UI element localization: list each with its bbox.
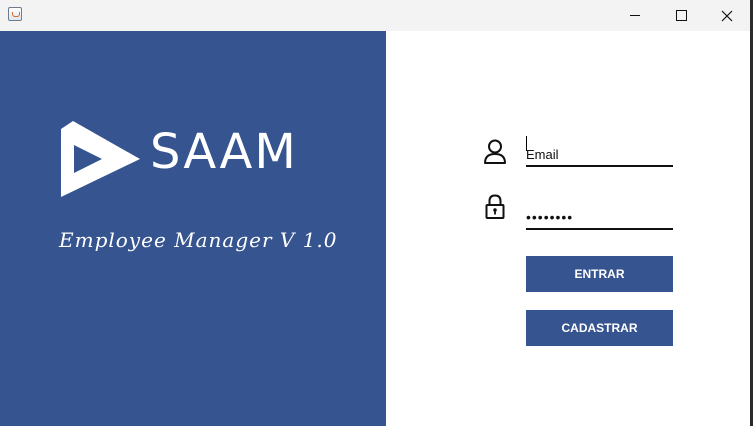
close-button[interactable]: [704, 0, 750, 31]
enter-button[interactable]: ENTRAR: [526, 256, 673, 292]
app-subtitle: Employee Manager V 1.0: [59, 228, 338, 252]
user-icon: [484, 139, 506, 164]
title-bar[interactable]: [0, 0, 750, 31]
text-cursor: [526, 136, 527, 151]
maximize-button[interactable]: [658, 0, 704, 31]
brand-name: SAAM: [150, 124, 298, 180]
login-window: SAAM Employee Manager V 1.0 ENTRAR CADAS…: [0, 0, 750, 426]
maximize-icon: [675, 10, 687, 21]
minimize-icon: [630, 15, 640, 16]
password-field[interactable]: [526, 206, 673, 230]
brand-panel: SAAM Employee Manager V 1.0: [0, 31, 386, 426]
java-cup-icon[interactable]: [8, 7, 22, 21]
minimize-button[interactable]: [612, 0, 658, 31]
saam-arrow-logo: [61, 121, 140, 197]
lock-icon: [485, 194, 505, 219]
close-icon: [721, 10, 733, 21]
email-field[interactable]: [526, 143, 673, 167]
register-button[interactable]: CADASTRAR: [526, 310, 673, 346]
